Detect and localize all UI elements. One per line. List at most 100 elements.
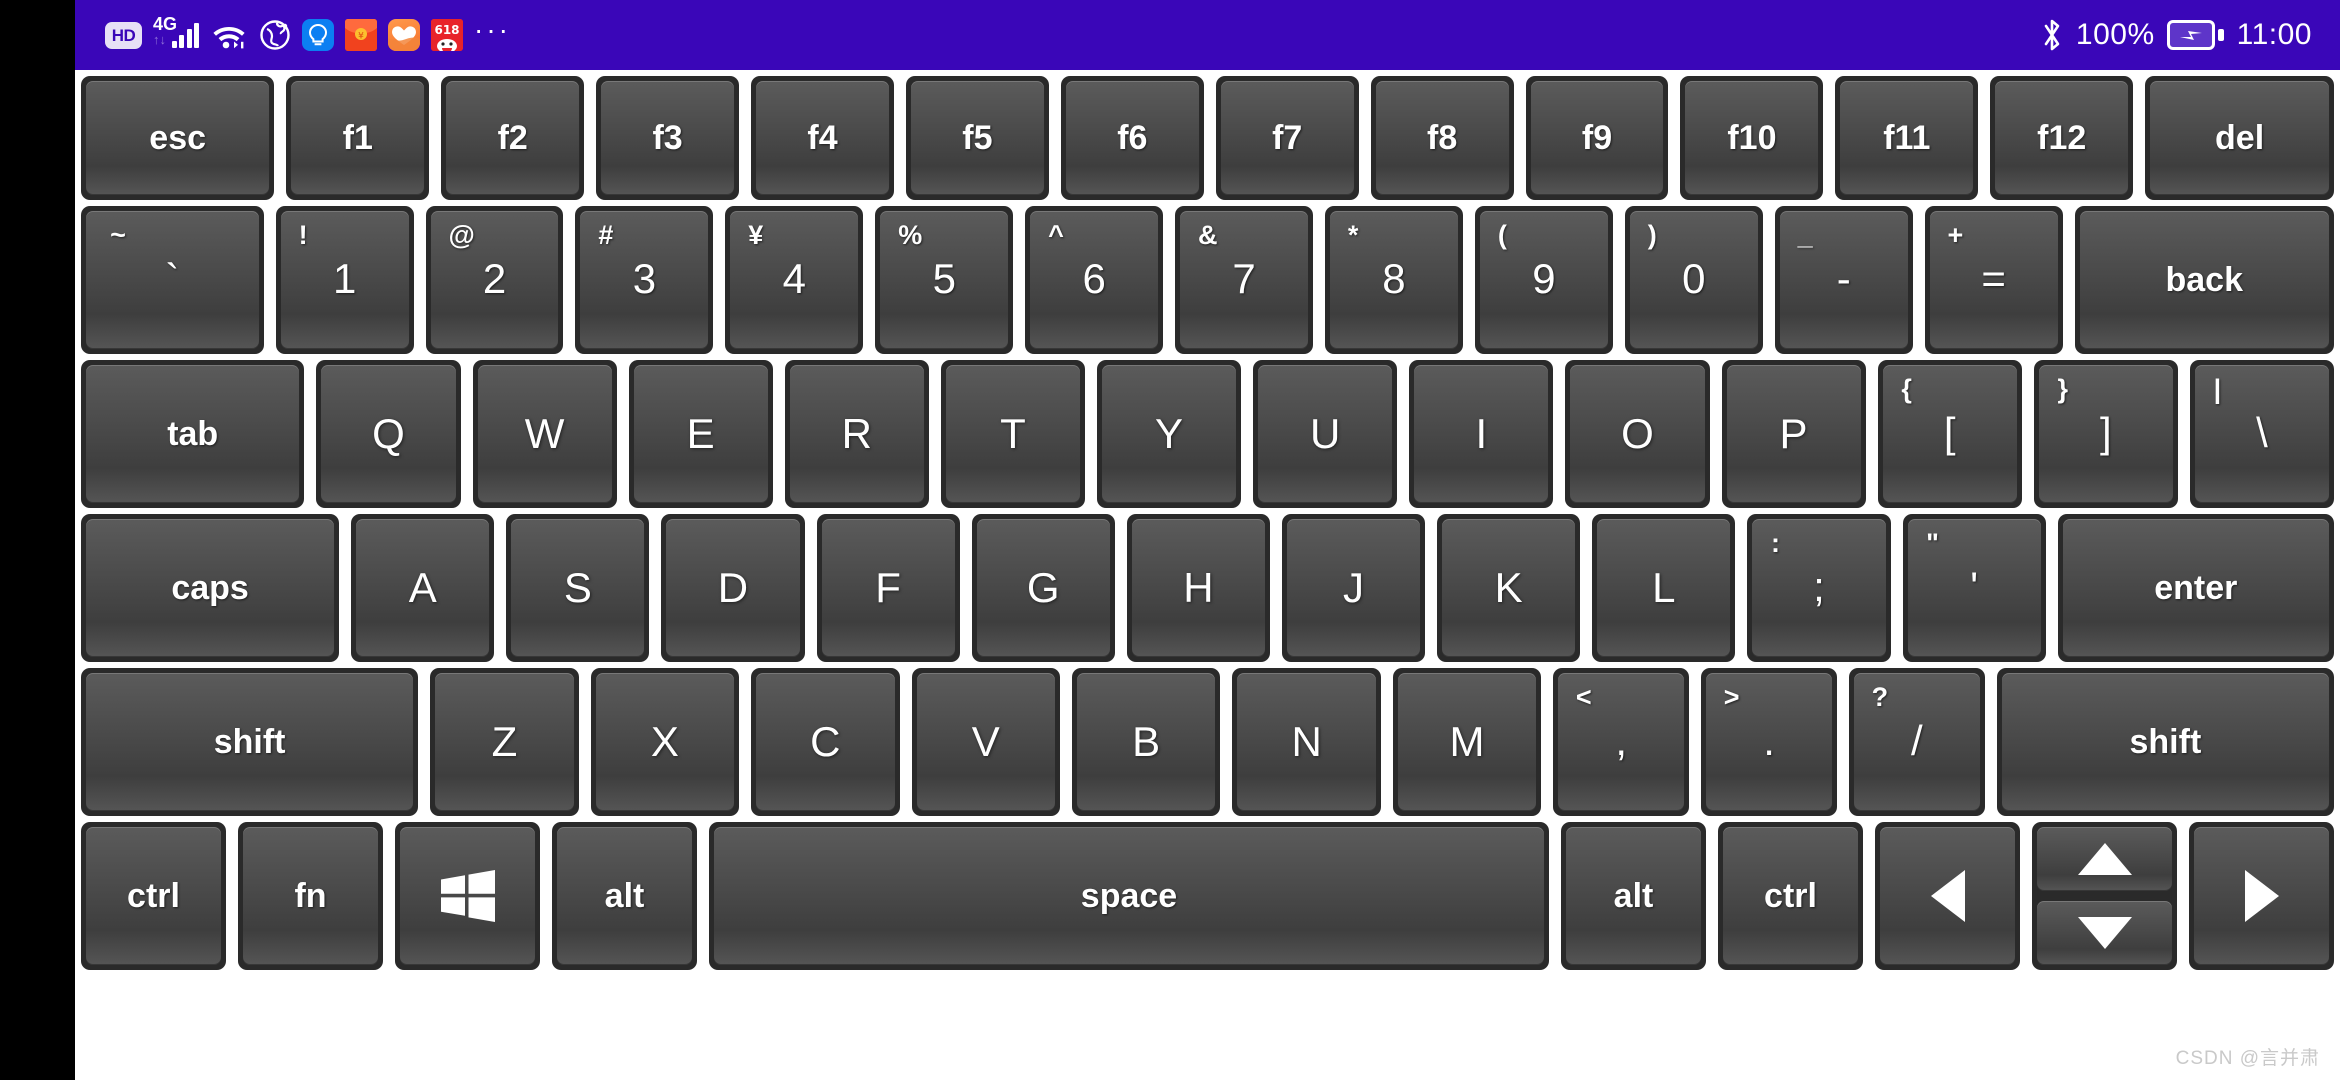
key-f3[interactable]: f3: [601, 81, 735, 195]
key-f6[interactable]: f6: [1065, 81, 1199, 195]
key-wrap-j: J: [1281, 514, 1426, 662]
key-q[interactable]: Q: [321, 365, 456, 503]
key-j[interactable]: J: [1286, 519, 1421, 657]
key-slash[interactable]: ? /: [1853, 673, 1980, 811]
key-minus[interactable]: _ -: [1779, 211, 1908, 349]
key-6[interactable]: ^ 6: [1030, 211, 1159, 349]
key-7[interactable]: & 7: [1180, 211, 1309, 349]
key-x[interactable]: X: [595, 673, 735, 811]
key-equal[interactable]: + =: [1929, 211, 2058, 349]
key-f7[interactable]: f7: [1220, 81, 1354, 195]
key-f-label: F: [875, 564, 901, 611]
key-bracketright[interactable]: }]: [2038, 365, 2173, 503]
key-t[interactable]: T: [945, 365, 1080, 503]
key-comma[interactable]: <,: [1558, 673, 1685, 811]
key-alt-right-label: alt: [1613, 876, 1654, 915]
key-backslash[interactable]: | \: [2194, 365, 2329, 503]
key-space[interactable]: space: [714, 827, 1544, 965]
key-1[interactable]: ! 1: [280, 211, 409, 349]
key-3-shift-legend: #: [598, 220, 614, 251]
key-win[interactable]: [400, 827, 535, 965]
key-d[interactable]: D: [666, 519, 800, 657]
key-r-label: R: [841, 410, 872, 457]
key-r[interactable]: R: [789, 365, 924, 503]
key-period[interactable]: >.: [1706, 673, 1832, 811]
key-l[interactable]: L: [1597, 519, 1731, 657]
key-shift-left[interactable]: shift: [86, 673, 414, 811]
key-0[interactable]: ) 0: [1629, 211, 1758, 349]
key-f10[interactable]: f10: [1685, 81, 1819, 195]
key-quote[interactable]: " ': [1907, 519, 2041, 657]
key-g[interactable]: G: [976, 519, 1110, 657]
key-del[interactable]: del: [2150, 81, 2329, 195]
key-f4[interactable]: f4: [756, 81, 889, 195]
key-semicolon[interactable]: :;: [1752, 519, 1886, 657]
key-f9[interactable]: f9: [1530, 81, 1664, 195]
key-f8[interactable]: f8: [1375, 81, 1509, 195]
key-k[interactable]: K: [1442, 519, 1576, 657]
key-f5[interactable]: f5: [910, 81, 1044, 195]
key-back[interactable]: back: [2079, 211, 2329, 349]
key-2[interactable]: @2: [430, 211, 559, 349]
key-arrow-right[interactable]: [2194, 827, 2329, 965]
key-f6-label: f6: [1117, 118, 1148, 157]
key-b[interactable]: B: [1076, 673, 1216, 811]
key-9[interactable]: (9: [1479, 211, 1608, 349]
more-icons[interactable]: ···: [474, 16, 511, 47]
key-wrap-backquote: ~ `: [81, 206, 264, 354]
status-bar-right-group: 100% 11:00: [2040, 17, 2312, 53]
key-3[interactable]: #3: [580, 211, 709, 349]
key-z[interactable]: Z: [435, 673, 574, 811]
key-e[interactable]: E: [633, 365, 768, 503]
key-o-label: O: [1621, 410, 1654, 457]
key-p[interactable]: P: [1726, 365, 1861, 503]
key-u[interactable]: U: [1258, 365, 1393, 503]
key-8[interactable]: * 8: [1330, 211, 1458, 349]
key-9-legend: 9: [1532, 254, 1556, 302]
key-esc[interactable]: esc: [86, 81, 270, 195]
key-semicolon-legend: ;: [1813, 562, 1825, 610]
key-f12[interactable]: f12: [1995, 81, 2129, 195]
key-tab[interactable]: tab: [86, 365, 300, 503]
key-i[interactable]: I: [1414, 365, 1549, 503]
key-f[interactable]: F: [821, 519, 955, 657]
key-n[interactable]: N: [1237, 673, 1376, 811]
key-y[interactable]: Y: [1102, 365, 1237, 503]
key-8-legend: 8: [1382, 254, 1406, 302]
key-m[interactable]: M: [1397, 673, 1537, 811]
key-v[interactable]: V: [916, 673, 1055, 811]
bluetooth-icon: [2044, 19, 2060, 51]
key-arrow-down[interactable]: [2037, 901, 2172, 965]
key-f2[interactable]: f2: [446, 81, 580, 195]
key-f5-label: f5: [962, 118, 993, 157]
key-ctrl-left[interactable]: ctrl: [86, 827, 221, 965]
key-w[interactable]: W: [477, 365, 612, 503]
key-caps[interactable]: caps: [86, 519, 335, 657]
key-arrow-left[interactable]: [1880, 827, 2015, 965]
key-wrap-period: >.: [1701, 668, 1837, 816]
key-esc-label: esc: [149, 118, 207, 157]
key-o[interactable]: O: [1570, 365, 1705, 503]
key-fn[interactable]: fn: [243, 827, 378, 965]
key-4[interactable]: ¥4: [730, 211, 859, 349]
key-5[interactable]: % 5: [880, 211, 1009, 349]
key-arrow-up[interactable]: [2037, 827, 2172, 891]
key-f11[interactable]: f11: [1840, 81, 1974, 195]
key-alt-left[interactable]: alt: [557, 827, 692, 965]
key-c[interactable]: C: [756, 673, 895, 811]
key-backquote[interactable]: ~ `: [86, 211, 259, 349]
key-f1[interactable]: f1: [291, 81, 425, 195]
key-enter[interactable]: enter: [2062, 519, 2329, 657]
key-f12-label: f12: [2037, 118, 2087, 157]
key-a[interactable]: A: [356, 519, 490, 657]
key-fn-label: fn: [294, 876, 327, 915]
key-shift-right[interactable]: shift: [2001, 673, 2329, 811]
key-ctrl-right[interactable]: ctrl: [1723, 827, 1858, 965]
key-wrap-win: [395, 822, 540, 970]
key-backquote-legend: `: [165, 254, 180, 302]
key-wrap-alt-left: alt: [552, 822, 697, 970]
key-h[interactable]: H: [1131, 519, 1265, 657]
key-s[interactable]: S: [511, 519, 645, 657]
key-alt-right[interactable]: alt: [1566, 827, 1701, 965]
key-bracketleft[interactable]: {[: [1882, 365, 2017, 503]
